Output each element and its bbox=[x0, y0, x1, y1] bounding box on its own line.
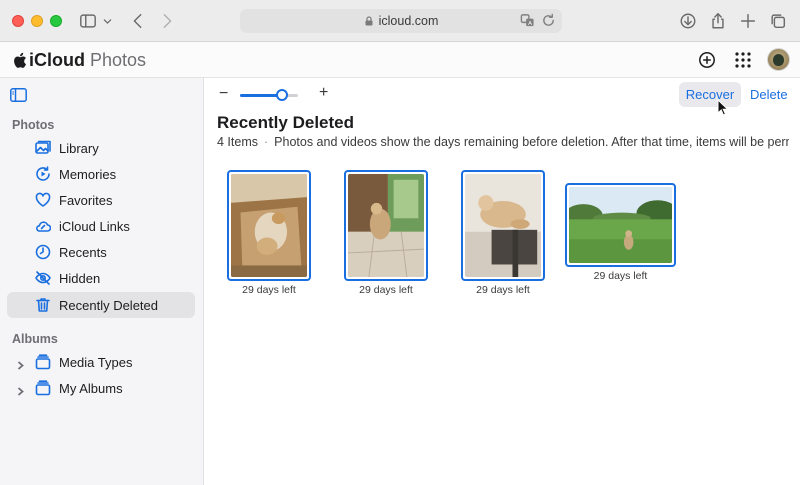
photo-thumbnail[interactable] bbox=[461, 170, 545, 281]
brand-icloud: iCloud bbox=[29, 50, 85, 70]
svg-text:A: A bbox=[528, 21, 532, 27]
sidebar-item-label: iCloud Links bbox=[59, 218, 130, 234]
cat-at-door-image bbox=[348, 174, 424, 277]
album-stack-icon bbox=[34, 379, 52, 397]
browser-toolbar: icloud.com A bbox=[0, 0, 800, 42]
lock-icon bbox=[365, 16, 373, 26]
eye-slash-icon bbox=[34, 269, 52, 287]
brand-product: Photos bbox=[90, 50, 147, 70]
sidebar-item-recently-deleted[interactable]: Recently Deleted bbox=[7, 292, 195, 318]
days-left-caption: 29 days left bbox=[242, 284, 296, 296]
sidebar-item-library[interactable]: Library bbox=[7, 135, 195, 161]
add-icon[interactable] bbox=[698, 51, 716, 69]
translate-icon[interactable]: A bbox=[520, 13, 535, 28]
clock-icon bbox=[34, 243, 52, 261]
sidebar-item-my-albums[interactable]: My Albums bbox=[7, 375, 195, 401]
days-left-caption: 29 days left bbox=[593, 270, 648, 282]
download-icon[interactable] bbox=[678, 11, 698, 31]
sidebar-item-label: Library bbox=[59, 140, 99, 156]
reload-icon[interactable] bbox=[541, 13, 556, 28]
mouse-cursor-icon bbox=[717, 99, 729, 116]
page-title: Recently Deleted bbox=[217, 113, 354, 132]
chevron-right-icon[interactable] bbox=[16, 384, 25, 396]
zoom-slider[interactable]: − + bbox=[219, 84, 329, 103]
sidebar-toggle-icon[interactable] bbox=[78, 11, 98, 31]
photo-thumbnail[interactable] bbox=[344, 170, 428, 281]
new-tab-icon[interactable] bbox=[738, 11, 758, 31]
address-url: icloud.com bbox=[378, 14, 439, 28]
recover-button[interactable]: Recover bbox=[679, 82, 741, 107]
main-content: − + Recover Delete Recently Deleted 4 It… bbox=[205, 78, 800, 485]
sidebar-item-label: Recently Deleted bbox=[59, 297, 158, 313]
separator-dot: · bbox=[264, 135, 269, 149]
app-header: iCloud Photos bbox=[0, 42, 800, 78]
section-title-albums: Albums bbox=[12, 332, 58, 346]
photo-thumbnail[interactable] bbox=[565, 183, 676, 267]
sidebar-item-label: Media Types bbox=[59, 354, 133, 370]
minimize-window-button[interactable] bbox=[31, 15, 43, 27]
sidebar: Photos Library Memories Favorites iCloud… bbox=[0, 78, 204, 485]
sidebar-item-label: Recents bbox=[59, 244, 107, 260]
zoom-out-button[interactable]: − bbox=[219, 85, 228, 103]
zoom-thumb[interactable] bbox=[275, 89, 288, 101]
sidebar-item-icloud-links[interactable]: iCloud Links bbox=[7, 213, 195, 239]
deletion-description: Photos and videos show the days remainin… bbox=[274, 135, 789, 149]
zoom-track[interactable] bbox=[240, 89, 298, 101]
sidebar-item-recents[interactable]: Recents bbox=[7, 239, 195, 265]
album-stack-icon bbox=[34, 353, 52, 371]
sidebar-item-label: Favorites bbox=[59, 192, 113, 208]
library-icon bbox=[34, 139, 52, 157]
tab-overview-icon[interactable] bbox=[768, 11, 788, 31]
sidebar-item-favorites[interactable]: Favorites bbox=[7, 187, 195, 213]
days-left-caption: 29 days left bbox=[359, 284, 413, 296]
chevron-right-icon[interactable] bbox=[16, 358, 25, 370]
zoom-in-button[interactable]: + bbox=[319, 84, 328, 102]
app-brand[interactable]: iCloud Photos bbox=[12, 50, 146, 71]
sidebar-collapse-icon[interactable] bbox=[10, 88, 27, 102]
sidebar-item-label: Memories bbox=[59, 166, 117, 182]
sidebar-item-hidden[interactable]: Hidden bbox=[7, 265, 195, 291]
delete-button[interactable]: Delete bbox=[750, 82, 788, 107]
photo-thumbnail[interactable] bbox=[227, 170, 311, 281]
cat-in-box-image bbox=[231, 174, 307, 277]
item-count: 4 Items bbox=[217, 135, 258, 149]
apple-logo-icon bbox=[14, 52, 26, 68]
sidebar-item-media-types[interactable]: Media Types bbox=[7, 349, 195, 375]
chevron-down-icon[interactable] bbox=[100, 11, 114, 31]
share-icon[interactable] bbox=[708, 11, 728, 31]
cat-in-park-image bbox=[569, 187, 672, 263]
close-window-button[interactable] bbox=[12, 15, 24, 27]
avatar[interactable] bbox=[767, 48, 790, 71]
sidebar-item-label: My Albums bbox=[59, 380, 123, 396]
sidebar-item-memories[interactable]: Memories bbox=[7, 161, 195, 187]
address-bar[interactable]: icloud.com A bbox=[240, 9, 562, 33]
forward-arrow-icon[interactable] bbox=[157, 11, 177, 31]
memories-icon bbox=[34, 165, 52, 183]
section-title-photos: Photos bbox=[12, 118, 55, 132]
zoom-window-button[interactable] bbox=[50, 15, 62, 27]
trash-icon bbox=[34, 296, 52, 314]
heart-icon bbox=[34, 191, 52, 209]
back-arrow-icon[interactable] bbox=[128, 11, 148, 31]
sidebar-item-label: Hidden bbox=[59, 270, 101, 286]
page-subtitle: 4 Items · Photos and videos show the days … bbox=[217, 135, 789, 149]
cat-on-stool-image bbox=[465, 174, 541, 277]
cloud-link-icon bbox=[34, 217, 52, 235]
app-grid-icon[interactable] bbox=[734, 51, 752, 69]
days-left-caption: 29 days left bbox=[476, 284, 530, 296]
